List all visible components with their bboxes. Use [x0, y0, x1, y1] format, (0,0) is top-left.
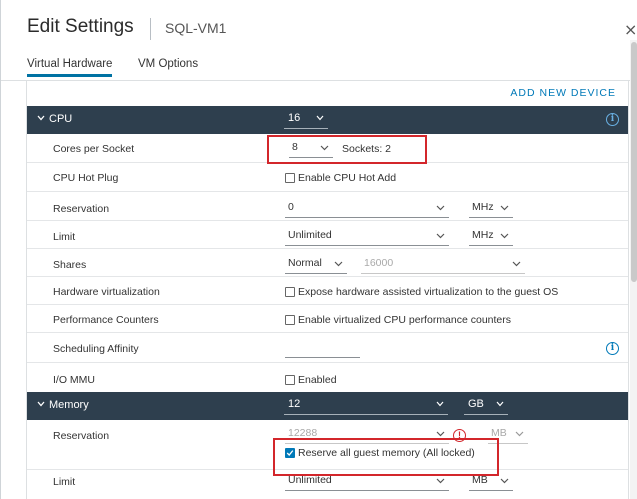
memory-size-value: 12	[288, 398, 301, 410]
chevron-down-icon	[436, 431, 445, 437]
hw-virtualization-option: Expose hardware assisted virtualization …	[298, 286, 559, 298]
cpu-count-value: 16	[288, 112, 301, 124]
chevron-down-icon	[496, 401, 504, 407]
chevron-down-icon	[500, 478, 509, 484]
cpu-hot-plug-row: CPU Hot Plug Enable CPU Hot Add	[27, 163, 628, 192]
cpu-reservation-select[interactable]: 0	[285, 200, 449, 218]
chevron-down-icon	[436, 478, 445, 484]
add-new-device-button[interactable]: ADD NEW DEVICE	[510, 87, 616, 99]
cpu-limit-select[interactable]: Unlimited	[285, 228, 449, 246]
cpu-reservation-value: 0	[288, 201, 294, 213]
cpu-reservation-unit-select[interactable]: MHz	[469, 200, 513, 218]
perf-counters-option: Enable virtualized CPU performance count…	[298, 314, 512, 326]
chevron-down-icon	[500, 233, 509, 239]
hw-virtualization-checkbox[interactable]	[285, 287, 295, 297]
hw-virtualization-label: Hardware virtualization	[53, 286, 160, 298]
chevron-down-icon	[500, 205, 509, 211]
tab-virtual-hardware[interactable]: Virtual Hardware	[27, 58, 113, 77]
perf-counters-checkbox[interactable]	[285, 315, 295, 325]
scheduling-affinity-input[interactable]	[285, 340, 360, 358]
cores-per-socket-label: Cores per Socket	[53, 143, 135, 155]
chevron-down-icon	[436, 233, 445, 239]
dialog-title: Edit Settings	[27, 16, 134, 37]
title-separator	[150, 18, 151, 40]
chevron-down-icon[interactable]	[37, 400, 45, 408]
hw-virtualization-row: Hardware virtualization Expose hardware …	[27, 277, 628, 305]
info-icon[interactable]: i	[606, 113, 619, 126]
highlight-box-cores-per-socket	[267, 135, 427, 164]
cpu-reservation-row: Reservation 0 MHz	[27, 192, 628, 221]
cpu-hot-add-checkbox[interactable]	[285, 173, 295, 183]
tab-vm-options[interactable]: VM Options	[138, 58, 198, 74]
cpu-section-header[interactable]: CPU 16 i	[27, 106, 628, 134]
memory-size-select[interactable]: 12	[284, 396, 448, 415]
scheduling-affinity-label: Scheduling Affinity	[53, 343, 139, 355]
cpu-reservation-label: Reservation	[53, 203, 110, 215]
cpu-shares-level: Normal	[288, 257, 322, 269]
io-mmu-row: I/O MMU Enabled	[27, 363, 628, 392]
chevron-down-icon	[436, 205, 445, 211]
memory-reservation-label: Reservation	[53, 430, 110, 442]
chevron-down-icon[interactable]	[37, 114, 45, 122]
cpu-limit-row: Limit Unlimited MHz	[27, 221, 628, 249]
highlight-box-reserve-memory	[273, 438, 499, 476]
vm-name: SQL-VM1	[165, 20, 227, 36]
cpu-hot-add-label: Enable CPU Hot Add	[298, 172, 397, 184]
cpu-limit-value: Unlimited	[288, 229, 332, 241]
info-icon[interactable]: i	[606, 342, 619, 355]
scrollbar-thumb[interactable]	[631, 42, 637, 282]
io-mmu-option: Enabled	[298, 374, 337, 386]
perf-counters-row: Performance Counters Enable virtualized …	[27, 305, 628, 333]
close-icon[interactable]: ×	[624, 20, 637, 39]
cpu-section-label: CPU	[49, 113, 73, 125]
cpu-limit-unit: MHz	[472, 229, 494, 241]
memory-section-label: Memory	[49, 399, 89, 411]
memory-unit-value: GB	[468, 398, 484, 410]
cpu-shares-row: Shares Normal 16000	[27, 249, 628, 277]
cpu-shares-value: 16000	[364, 257, 394, 269]
cpu-count-select[interactable]: 16	[284, 110, 328, 129]
cpu-limit-label: Limit	[53, 231, 76, 243]
chevron-down-icon	[436, 401, 444, 407]
edit-settings-dialog: Edit Settings SQL-VM1 × Virtual Hardware…	[0, 0, 637, 499]
memory-unit-select[interactable]: GB	[464, 396, 508, 415]
scheduling-affinity-row: Scheduling Affinity i	[27, 333, 628, 363]
perf-counters-label: Performance Counters	[53, 314, 159, 326]
chevron-down-icon	[334, 261, 343, 267]
cpu-limit-unit-select[interactable]: MHz	[469, 228, 513, 246]
cpu-hot-plug-label: CPU Hot Plug	[53, 172, 119, 184]
cpu-shares-label: Shares	[53, 259, 87, 271]
io-mmu-label: I/O MMU	[53, 374, 95, 386]
memory-limit-label: Limit	[53, 476, 76, 488]
chevron-down-icon	[316, 115, 324, 121]
chevron-down-icon	[512, 261, 521, 267]
io-mmu-checkbox[interactable]	[285, 375, 295, 385]
cpu-shares-level-select[interactable]: Normal	[285, 256, 347, 274]
cpu-shares-value-select: 16000	[361, 256, 525, 274]
memory-section-header[interactable]: Memory 12 GB	[27, 392, 628, 420]
chevron-down-icon	[515, 431, 524, 437]
cpu-reservation-unit: MHz	[472, 201, 494, 213]
